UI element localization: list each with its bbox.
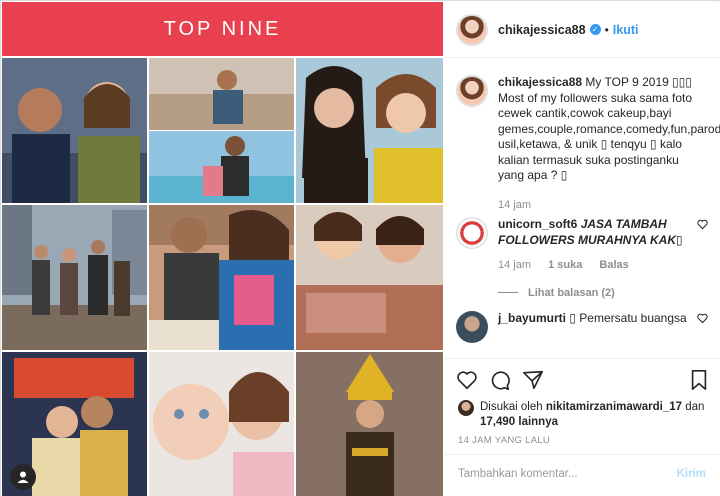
grid-photo-3 (296, 58, 443, 203)
likes-user[interactable]: nikitamirzanimawardi_17 (546, 401, 682, 413)
comments-list: chikajessica88 My TOP 9 2019 ▯▯▯ Most of… (444, 59, 720, 359)
bookmark-icon[interactable] (688, 369, 710, 391)
post-comment-button[interactable]: Kirim (677, 468, 706, 480)
avatar (458, 400, 474, 416)
caption: chikajessica88 My TOP 9 2019 ▯▯▯ Most of… (456, 75, 720, 213)
heart-icon[interactable] (456, 369, 478, 391)
post-timestamp[interactable]: 14 JAM YANG LALU (458, 435, 550, 446)
action-bar (444, 358, 720, 398)
post-header: chikajessica88 ✓ • Ikuti (444, 2, 720, 58)
comment-likes[interactable]: 1 suka (548, 259, 582, 271)
grid-photo-1 (2, 58, 147, 203)
like-comment-heart-icon[interactable] (697, 219, 708, 230)
caption-username[interactable]: chikajessica88 (498, 75, 582, 89)
likes-prefix: Disukai oleh (480, 401, 543, 413)
comment-time: 14 jam (498, 259, 532, 271)
comment-item: unicorn_soft6 JASA TAMBAH FOLLOWERS MURA… (456, 217, 708, 301)
separator-dot: • (604, 22, 609, 37)
comment-username[interactable]: unicorn_soft6 (498, 217, 577, 231)
view-replies-button[interactable]: Lihat balasan (2) (498, 286, 708, 302)
comment-username[interactable]: j_bayumurti (498, 311, 566, 325)
post-username[interactable]: chikajessica88 (498, 23, 586, 37)
grid-photo-2 (149, 58, 294, 203)
comment-text: ▯ Pemersatu buangsa (569, 311, 687, 325)
grid-photo-8 (149, 352, 294, 496)
avatar[interactable] (456, 75, 488, 107)
reply-button[interactable]: Balas (599, 259, 628, 271)
post-image[interactable]: TOP NINE (2, 2, 443, 496)
grid-photo-9 (296, 352, 443, 496)
comment-input[interactable] (458, 468, 658, 480)
user-tag-icon[interactable] (10, 464, 36, 490)
grid-photo-4 (2, 205, 147, 350)
likes-summary: Disukai oleh nikitamirzanimawardi_17 dan… (458, 400, 708, 430)
follow-button[interactable]: Ikuti (613, 23, 639, 37)
top-nine-banner: TOP NINE (2, 2, 443, 56)
caption-time: 14 jam (498, 198, 532, 211)
comment-item: j_bayumurti ▯ Pemersatu buangsa (456, 311, 708, 343)
avatar[interactable] (456, 13, 488, 46)
avatar[interactable] (456, 217, 488, 249)
caption-text: My TOP 9 2019 ▯▯▯ Most of my followers s… (498, 75, 720, 182)
instagram-post-modal: TOP NINE chikajessica88 ✓ • Ikuti chikaj… (0, 0, 720, 496)
comment-form: Kirim (444, 454, 720, 496)
grid-photo-5 (149, 205, 294, 350)
post-side-panel: chikajessica88 ✓ • Ikuti chikajessica88 … (444, 2, 720, 496)
like-comment-heart-icon[interactable] (697, 313, 708, 324)
likes-join: dan (685, 401, 705, 413)
avatar[interactable] (456, 311, 488, 343)
likes-count[interactable]: 17,490 lainnya (480, 416, 558, 428)
banner-title: TOP NINE (163, 17, 282, 40)
grid-photo-6 (296, 205, 443, 350)
share-icon[interactable] (522, 369, 544, 391)
comment-icon[interactable] (489, 369, 511, 391)
verified-badge-icon: ✓ (589, 24, 601, 35)
